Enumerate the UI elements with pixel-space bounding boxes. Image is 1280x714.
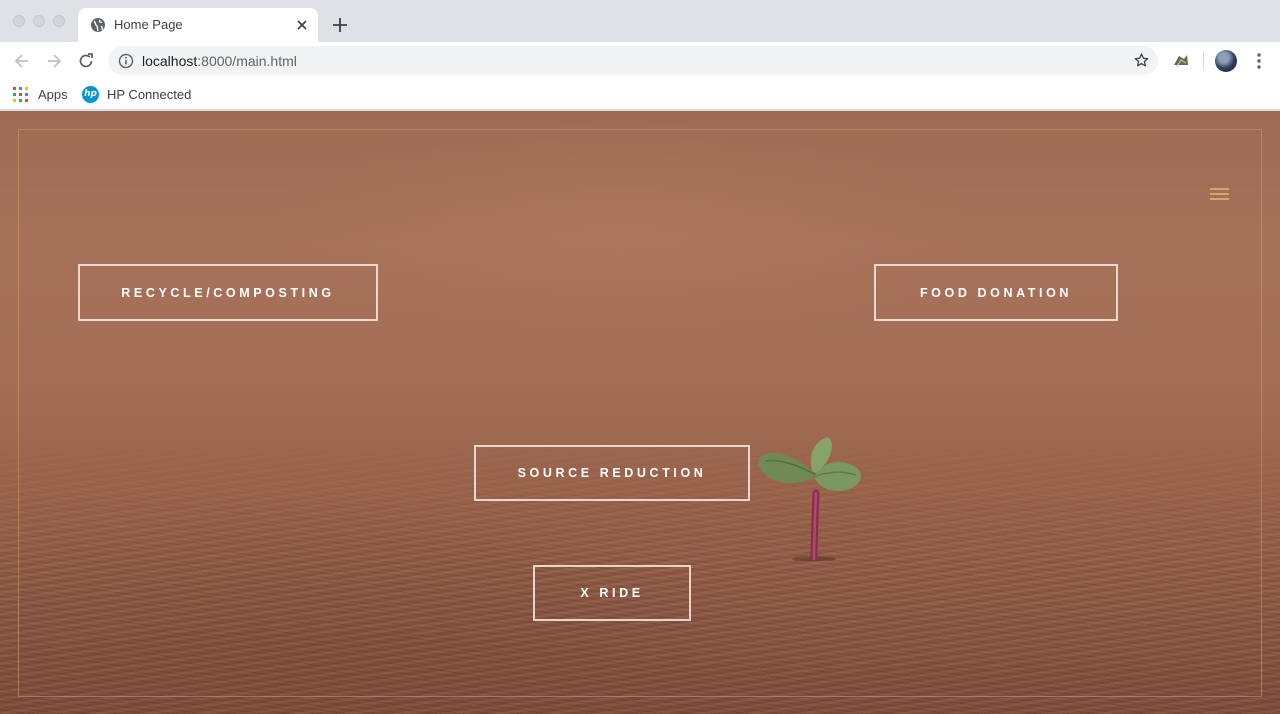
url-path: :8000/main.html: [197, 53, 297, 69]
source-reduction-button[interactable]: SOURCE REDUCTION: [474, 445, 750, 501]
window-maximize-button[interactable]: [53, 15, 65, 27]
apps-grid-icon: [13, 86, 28, 102]
food-donation-button[interactable]: FOOD DONATION: [874, 264, 1118, 321]
hp-logo-icon: hp: [82, 85, 99, 103]
extension-icon[interactable]: [1171, 51, 1191, 71]
bookmark-apps[interactable]: Apps: [13, 84, 68, 104]
globe-icon: [91, 18, 105, 32]
hamburger-menu-icon[interactable]: [1210, 188, 1229, 202]
profile-avatar[interactable]: [1215, 50, 1237, 72]
bookmark-star-icon[interactable]: [1133, 52, 1150, 69]
window-minimize-button[interactable]: [33, 15, 45, 27]
bookmark-hp-connected[interactable]: hp HP Connected: [82, 84, 191, 104]
reload-icon[interactable]: [76, 51, 96, 71]
toolbar-divider: [1203, 52, 1204, 70]
address-bar[interactable]: localhost:8000/main.html: [108, 46, 1158, 75]
tab-title: Home Page: [114, 17, 183, 32]
forward-arrow-icon[interactable]: [44, 51, 64, 71]
tab-strip: Home Page: [0, 0, 1280, 42]
window-close-button[interactable]: [13, 15, 25, 27]
url-host: localhost: [142, 53, 198, 69]
bookmark-label: HP Connected: [107, 86, 192, 102]
bookmark-label: Apps: [38, 86, 68, 102]
recycle-composting-button[interactable]: RECYCLE/COMPOSTING: [78, 264, 378, 321]
close-tab-icon[interactable]: [294, 17, 310, 33]
browser-toolbar: localhost:8000/main.html: [0, 42, 1280, 79]
browser-tab[interactable]: Home Page: [78, 8, 318, 42]
more-options-icon[interactable]: [1249, 51, 1269, 71]
page-hero: RECYCLE/COMPOSTING FOOD DONATION SOURCE …: [0, 111, 1280, 714]
url-text: localhost:8000/main.html: [142, 53, 297, 69]
bookmarks-bar: Apps hp HP Connected: [0, 79, 1280, 110]
back-arrow-icon[interactable]: [12, 51, 32, 71]
x-ride-button[interactable]: X RIDE: [533, 565, 691, 621]
new-tab-icon[interactable]: [330, 15, 350, 35]
site-info-icon[interactable]: [118, 53, 134, 69]
